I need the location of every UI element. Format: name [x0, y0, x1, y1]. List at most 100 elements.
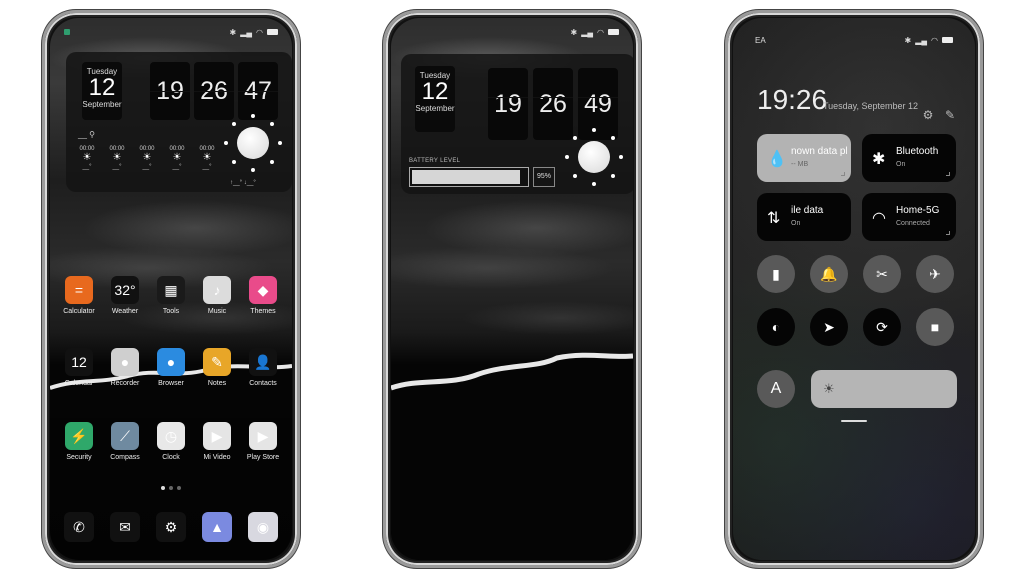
rotation-lock-toggle[interactable]: ⟳	[863, 308, 901, 346]
tile-subtitle: On	[896, 161, 906, 168]
tile-title: ile data	[791, 205, 824, 216]
app-row-2: 12 Calendar ● Recorder ● Browser ✎ Notes 👤 Contac…	[56, 348, 286, 387]
app-weather[interactable]: 32° Weather	[102, 276, 148, 315]
bluetooth-icon: ✱	[229, 27, 237, 37]
app-phone[interactable]: ✆	[56, 512, 102, 546]
app-music[interactable]: ♪ Music	[194, 276, 240, 315]
app-browser[interactable]: ● Browser	[148, 348, 194, 387]
status-bar: EA ✱ ▂▄ ◠	[755, 34, 953, 46]
tile-subtitle: Connected	[896, 220, 930, 227]
app-mi-video[interactable]: ▶ Mi Video	[194, 422, 240, 461]
location-arrow-icon: ➤	[823, 318, 835, 335]
contrast-icon: ◐	[771, 319, 781, 335]
page-indicator[interactable]	[50, 486, 292, 490]
brightness-slider[interactable]: ☀	[811, 370, 957, 408]
battery-percent: 95%	[533, 167, 555, 187]
dock: ✆ ✉ ⚙ ▲ ◉	[56, 512, 286, 546]
rotation-lock-icon: ⟳	[876, 318, 888, 335]
calendar-icon: 12	[65, 348, 93, 376]
weather-icon: 32°	[111, 276, 139, 304]
clock-battery-widget[interactable]: Tuesday 12 September 19 26 49 BATTERY LE…	[401, 54, 633, 194]
mi-video-icon: ▶	[203, 422, 231, 450]
forecast-item: 00:00 ☀ __°	[106, 146, 128, 170]
calculator-icon: =	[65, 276, 93, 304]
app-calendar[interactable]: 12 Calendar	[56, 348, 102, 387]
airplane-toggle[interactable]: ✈	[916, 255, 954, 293]
date-card: Tuesday 12 September	[415, 66, 455, 132]
app-recorder[interactable]: ● Recorder	[102, 348, 148, 387]
settings-icon[interactable]: ⚙	[921, 108, 935, 122]
wifi-icon: ◠	[597, 27, 604, 37]
tile-bluetooth[interactable]: ✱ Bluetooth On	[862, 134, 956, 182]
app-label: Browser	[158, 380, 184, 387]
security-icon: ⚡	[65, 422, 93, 450]
scissors-icon: ✂	[876, 265, 888, 282]
hour-card: 19	[488, 68, 528, 140]
sun-icon: ☀	[82, 152, 92, 163]
page-dot[interactable]	[177, 486, 181, 490]
app-label: Calendar	[64, 380, 94, 387]
app-gallery[interactable]: ▲	[194, 512, 240, 546]
clock-date: Tuesday, September 12	[823, 101, 919, 111]
app-play-store[interactable]: ▶ Play Store	[240, 422, 286, 461]
page-dot[interactable]	[161, 486, 165, 490]
wifi-icon: ◠	[256, 27, 263, 37]
phone-home-screen: ✱ ▂▄ ◠ Tuesday 12 September 19 26 47 __ …	[42, 10, 300, 568]
app-contacts[interactable]: 👤 Contacts	[240, 348, 286, 387]
page-dot[interactable]	[169, 486, 173, 490]
hi-lo-temp: ↑__° ↓__°	[230, 180, 256, 186]
weather-sun-icon	[565, 128, 623, 186]
drag-handle[interactable]	[841, 420, 867, 422]
tile-data-usage[interactable]: 💧 nown data pla -- MB	[757, 134, 851, 182]
app-clock[interactable]: ◷ Clock	[148, 422, 194, 461]
forecast-item: 00:00 ☀ __°	[196, 146, 218, 170]
app-themes[interactable]: ◆ Themes	[240, 276, 286, 315]
app-messages[interactable]: ✉	[102, 512, 148, 546]
app-calculator[interactable]: = Calculator	[56, 276, 102, 315]
clock-weather-widget[interactable]: Tuesday 12 September 19 26 47 __ ⚲ 00:00…	[66, 52, 292, 192]
battery-icon	[608, 29, 619, 35]
volume-button	[638, 103, 641, 153]
carrier-label: EA	[755, 35, 766, 45]
screen-record-toggle[interactable]: ■	[916, 308, 954, 346]
water-drop-icon: 💧	[767, 151, 787, 168]
signal-icon: ▂▄	[240, 27, 253, 37]
recorder-icon: ●	[111, 348, 139, 376]
app-row-1: = Calculator 32° Weather ▦ Tools ♪ Music ◆ Themes	[56, 276, 286, 315]
weather-sun-icon	[224, 114, 282, 172]
silent-toggle[interactable]: 🔔	[810, 255, 848, 293]
app-camera[interactable]: ◉	[240, 512, 286, 546]
phone-widget-screen: ✱ ▂▄ ◠ Tuesday 12 September 19 26 49 BAT…	[383, 10, 641, 568]
status-bar: ✱ ▂▄ ◠	[405, 26, 619, 38]
app-security[interactable]: ⚡ Security	[56, 422, 102, 461]
expand-corner-icon	[946, 172, 950, 176]
location-label: __ ⚲	[78, 130, 95, 139]
messages-icon: ✉	[110, 512, 140, 542]
forecast-item: 00:00 ☀ __°	[136, 146, 158, 170]
edit-icon[interactable]: ✎	[943, 108, 957, 122]
sun-icon: ☀	[142, 152, 152, 163]
brightness-sun-icon: ☀	[823, 381, 835, 396]
bluetooth-icon: ✱	[570, 27, 578, 37]
flashlight-toggle[interactable]: ▮	[757, 255, 795, 293]
forecast-item: 00:00 ☀ __°	[76, 146, 98, 170]
tile-mobile-data[interactable]: ⇅ ile data On	[757, 193, 851, 241]
auto-brightness-toggle[interactable]: A	[757, 370, 795, 408]
tile-wifi[interactable]: ◠ Home-5G Connected	[862, 193, 956, 241]
app-compass[interactable]: ⟋ Compass	[102, 422, 148, 461]
app-settings[interactable]: ⚙	[148, 512, 194, 546]
wifi-icon: ◠	[931, 35, 938, 45]
app-label: Contacts	[249, 380, 277, 387]
forecast-list: 00:00 ☀ __° 00:00 ☀ __° 00:00 ☀ __° 00:00 ☀ __° …	[76, 146, 218, 170]
battery-icon	[942, 37, 953, 43]
app-tools[interactable]: ▦ Tools	[148, 276, 194, 315]
location-toggle[interactable]: ➤	[810, 308, 848, 346]
dark-mode-toggle[interactable]: ◐	[757, 308, 795, 346]
app-label: Play Store	[246, 454, 280, 461]
app-notes[interactable]: ✎ Notes	[194, 348, 240, 387]
control-center: EA ✱ ▂▄ ◠ 19:26 Tuesday, September 12 ⚙ …	[733, 18, 975, 560]
expand-corner-icon	[946, 231, 950, 235]
battery-level-label: BATTERY LEVEL	[409, 158, 461, 164]
screenshot-toggle[interactable]: ✂	[863, 255, 901, 293]
sun-icon: ☀	[172, 152, 182, 163]
